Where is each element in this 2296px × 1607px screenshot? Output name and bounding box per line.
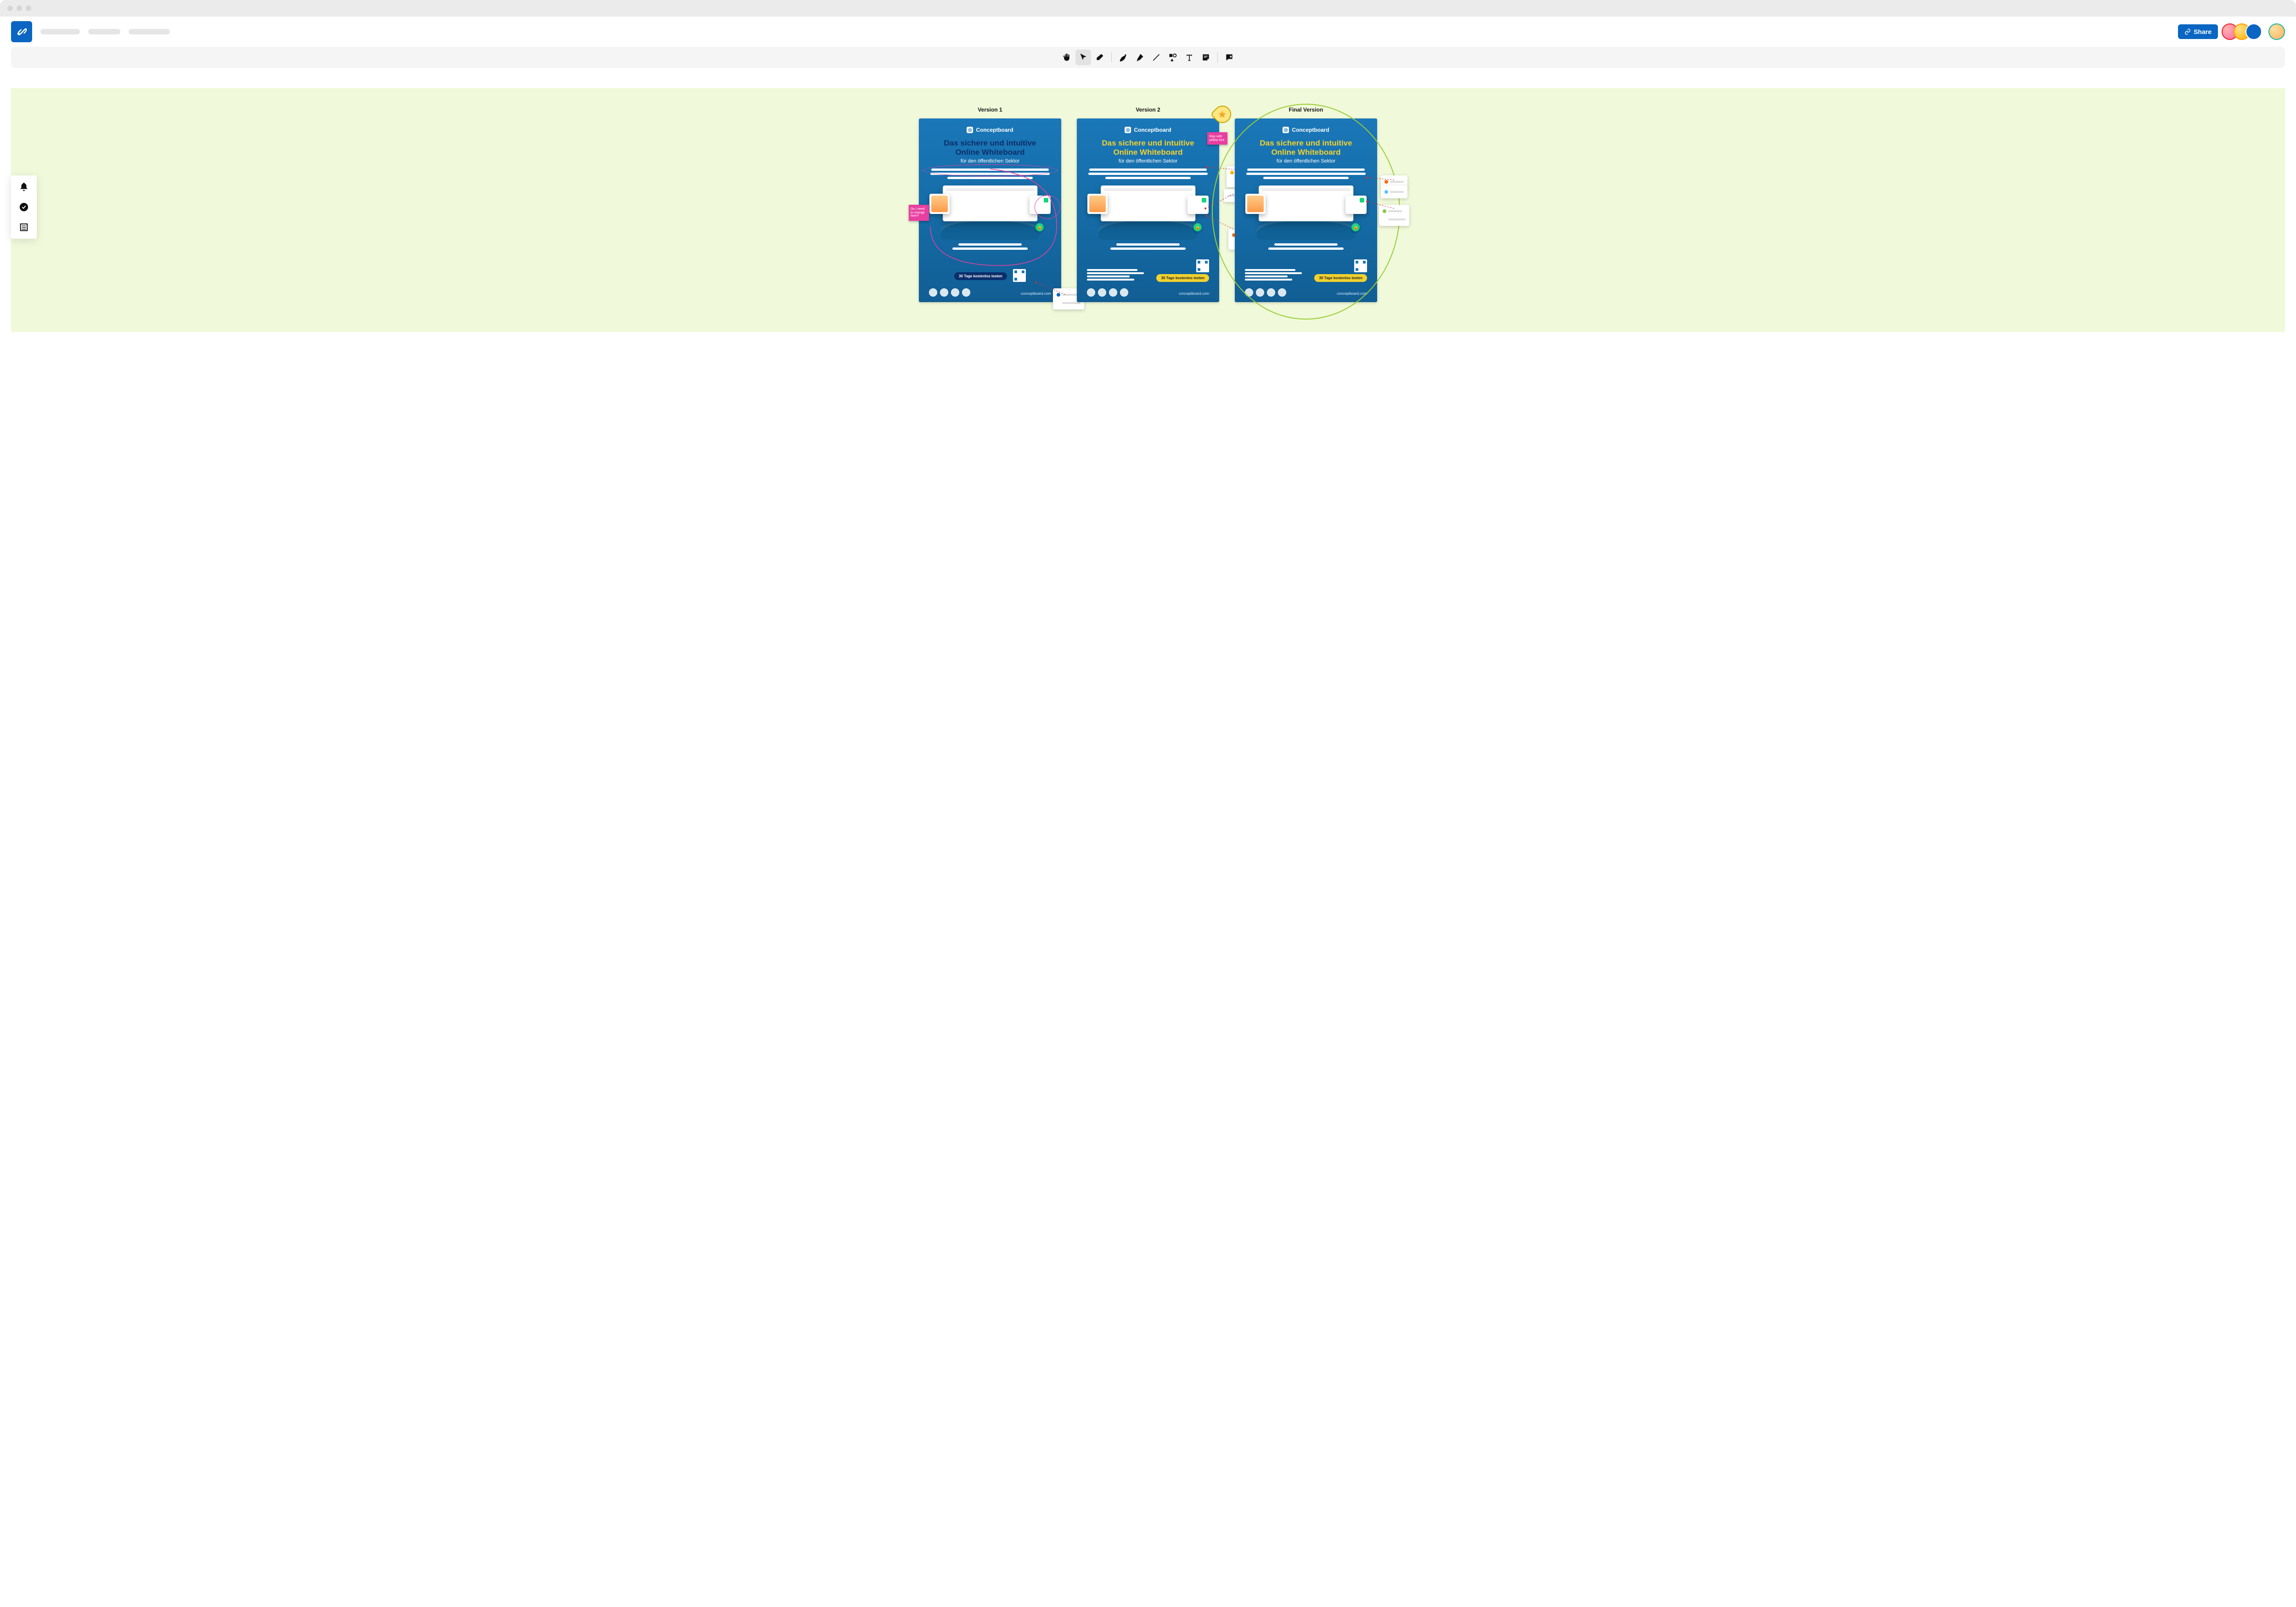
toolbar-separator	[1111, 52, 1112, 62]
brand-icon: ◎	[1125, 127, 1131, 133]
poster-headline: Das sichere und intuitiveOnline Whiteboa…	[929, 139, 1051, 157]
version-column-1: Version 1 ◎Conceptboard Das sichere und …	[919, 107, 1061, 302]
version-label: Final Version	[1289, 107, 1323, 113]
lock-icon: 🔒	[1351, 223, 1360, 231]
poster-url: conceptboard.com	[1021, 292, 1051, 296]
poster-url: conceptboard.com	[1337, 292, 1367, 296]
breadcrumb-skeleton	[40, 29, 80, 34]
star-icon: ★	[1218, 109, 1227, 120]
qr-code	[1354, 259, 1367, 272]
topbar: Share	[0, 17, 2296, 47]
poster-headline: Das sichere und intuitiveOnline Whiteboa…	[1087, 139, 1209, 157]
breadcrumb-skeleton	[129, 29, 170, 34]
tool-sticky[interactable]	[1198, 50, 1214, 65]
poster-final[interactable]: ◎Conceptboard Das sichere und intuitiveO…	[1235, 118, 1377, 302]
tool-pen[interactable]	[1115, 50, 1131, 65]
window-control-maximize[interactable]	[26, 6, 31, 11]
poster-brand: ◎Conceptboard	[929, 127, 1051, 133]
eraser-icon	[1095, 53, 1104, 62]
link-icon	[2184, 28, 2191, 35]
cta-button[interactable]: 30 Tage kostenlos testen	[1314, 274, 1367, 282]
version-label: Version 1	[978, 107, 1002, 113]
brand-icon: ◎	[1283, 127, 1289, 133]
poster-cta-row: 30 Tage kostenlos testen	[1087, 259, 1209, 282]
poster-brand: ◎Conceptboard	[1087, 127, 1209, 133]
text-icon	[1185, 53, 1194, 62]
poster-illustration: 🔒	[1092, 185, 1204, 240]
poster-cta-row: 30 Tage kostenlos testen	[1245, 259, 1367, 282]
tool-shapes[interactable]	[1165, 50, 1181, 65]
poster-body-placeholder	[1087, 169, 1209, 179]
shapes-icon	[1168, 53, 1177, 62]
brand-icon: ◎	[967, 127, 973, 133]
version-column-2: Version 2 ◎Conceptboard Das sichere und …	[1077, 107, 1219, 302]
poster-url: conceptboard.com	[1179, 292, 1209, 296]
hand-icon	[1062, 53, 1071, 62]
poster-body-placeholder	[1245, 169, 1367, 179]
qr-code	[1013, 269, 1026, 282]
line-icon	[1152, 53, 1161, 62]
lock-icon: 🔒	[1193, 223, 1202, 231]
lock-icon: 🔒	[1035, 223, 1044, 231]
sticky-note[interactable]: Do I need to change here?	[909, 205, 929, 221]
marker-icon	[1135, 53, 1144, 62]
canvas-area[interactable]: Version 1 ◎Conceptboard Das sichere und …	[0, 74, 2296, 350]
poster-body-placeholder	[929, 243, 1051, 250]
share-label: Share	[2194, 28, 2212, 35]
window-control-minimize[interactable]	[17, 6, 22, 11]
star-pin[interactable]: ★	[1214, 106, 1231, 129]
window-control-close[interactable]	[7, 6, 13, 11]
poster-v2[interactable]: ◎Conceptboard Das sichere und intuitiveO…	[1077, 118, 1219, 302]
collaborator-avatar[interactable]	[2245, 23, 2262, 40]
breadcrumb-skeleton	[88, 29, 120, 34]
collaborator-avatars	[2226, 23, 2285, 40]
app-window: Share	[0, 17, 2296, 350]
poster-headline: Das sichere und intuitiveOnline Whiteboa…	[1245, 139, 1367, 157]
poster-illustration: 🔒	[934, 185, 1047, 240]
share-button[interactable]: Share	[2178, 24, 2218, 39]
poster-subhead: für den öffentlichen Sektor	[1087, 158, 1209, 164]
poster-illustration: 🔒	[1250, 185, 1362, 240]
poster-cta-row: 30 Tage kostenlos testen	[929, 269, 1051, 282]
comment-card[interactable]	[1379, 205, 1409, 226]
browser-title-bar	[0, 0, 2296, 17]
poster-body-placeholder	[1245, 243, 1367, 250]
qr-code	[1196, 259, 1209, 272]
notifications-icon[interactable]	[19, 182, 29, 192]
cursor-icon	[1079, 53, 1088, 62]
toolbar	[11, 47, 2285, 68]
tool-marker[interactable]	[1132, 50, 1148, 65]
poster-subhead: für den öffentlichen Sektor	[929, 158, 1051, 164]
poster-v1[interactable]: ◎Conceptboard Das sichere und intuitiveO…	[919, 118, 1061, 302]
comment-card[interactable]	[1381, 185, 1407, 198]
tool-line[interactable]	[1148, 50, 1164, 65]
toolbar-container	[0, 47, 2296, 74]
tool-pan[interactable]	[1059, 50, 1075, 65]
app-logo[interactable]	[11, 21, 32, 42]
version-label: Version 2	[1136, 107, 1160, 113]
tool-text[interactable]	[1182, 50, 1197, 65]
user-avatar[interactable]	[2268, 23, 2285, 40]
poster-body-placeholder	[1087, 243, 1209, 250]
tool-select[interactable]	[1075, 50, 1091, 65]
sticky-note-icon	[1201, 53, 1210, 62]
poster-subhead: für den öffentlichen Sektor	[1245, 158, 1367, 164]
side-panel	[11, 175, 37, 239]
whiteboard-frame[interactable]: Version 1 ◎Conceptboard Das sichere und …	[11, 88, 2285, 332]
tool-eraser[interactable]	[1092, 50, 1108, 65]
poster-body-placeholder	[929, 169, 1051, 179]
comment-icon	[1225, 53, 1234, 62]
cta-button[interactable]: 30 Tage kostenlos testen	[954, 272, 1007, 280]
tasks-icon[interactable]	[19, 202, 29, 212]
poster-brand: ◎Conceptboard	[1245, 127, 1367, 133]
version-column-final: Final Version ◎Conceptboard Das sichere …	[1235, 107, 1377, 302]
cta-button[interactable]: 30 Tage kostenlos testen	[1156, 274, 1209, 282]
pen-icon	[1119, 53, 1128, 62]
outline-icon[interactable]	[19, 222, 29, 232]
sticky-note[interactable]: Stay with yellow font	[1207, 132, 1227, 145]
tool-comment[interactable]	[1221, 50, 1237, 65]
toolbar-separator	[1217, 52, 1218, 62]
